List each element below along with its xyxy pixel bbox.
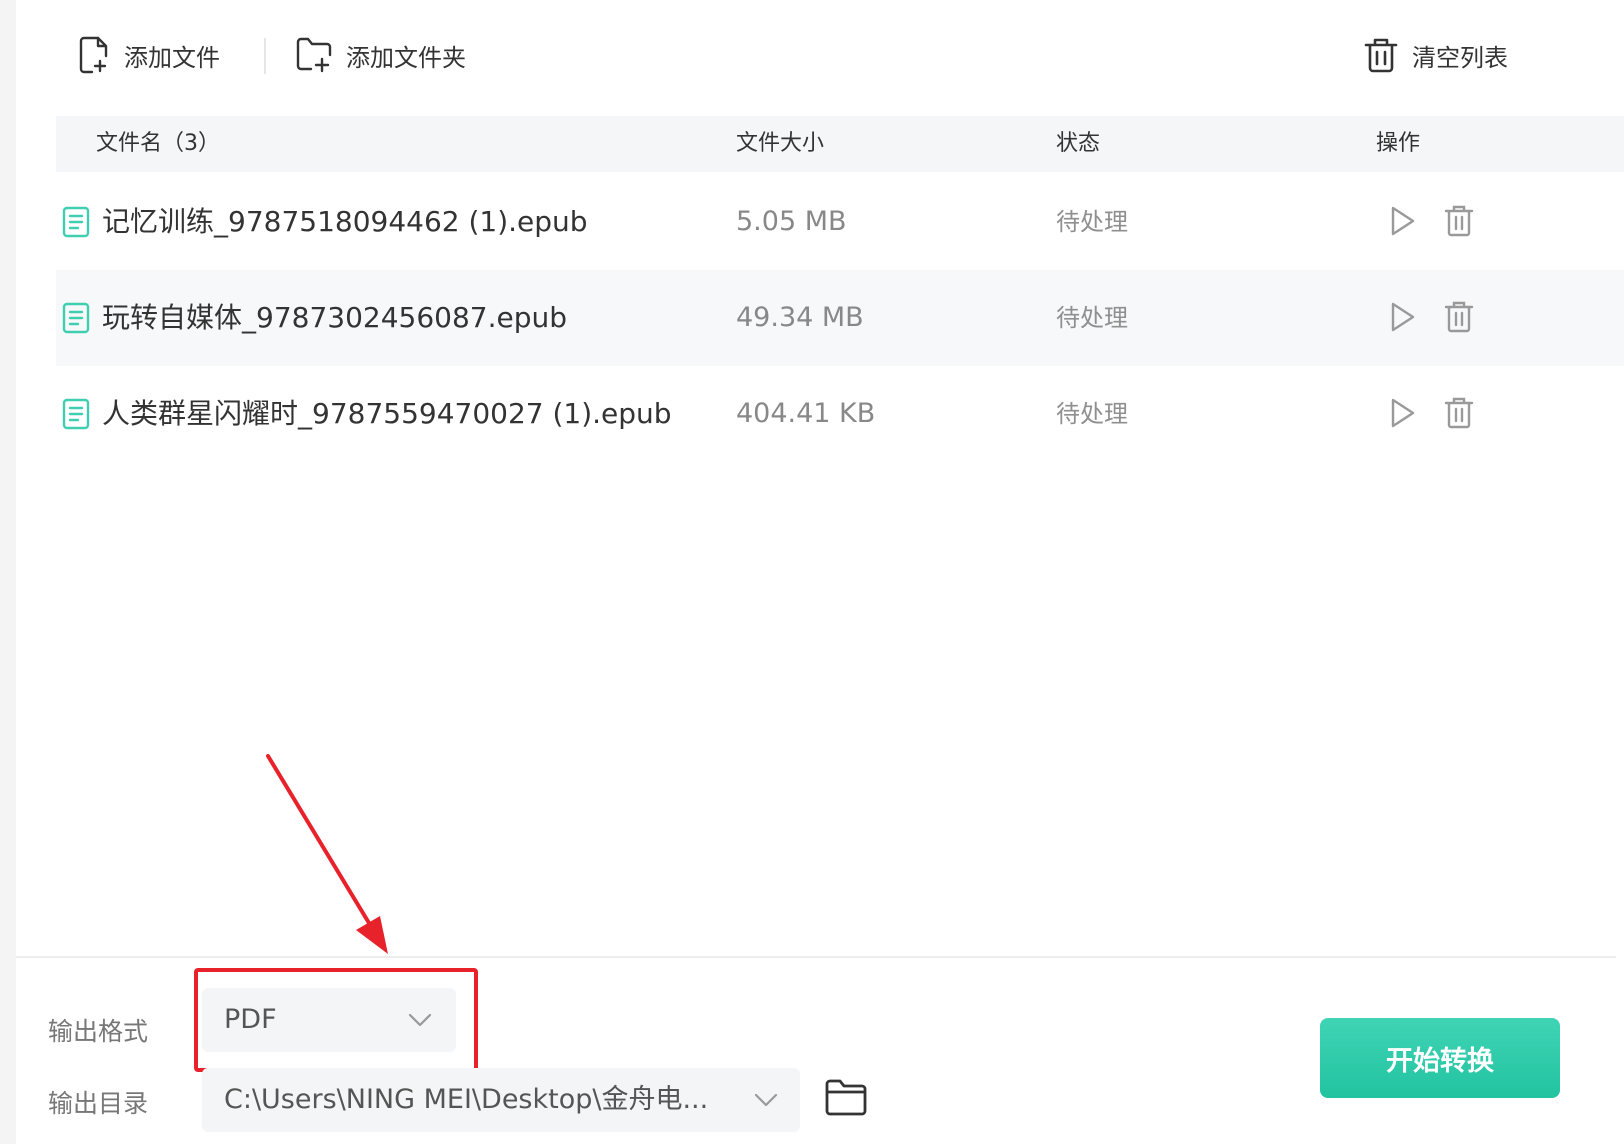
table-header: 文件名（3） 文件大小 状态 操作	[56, 116, 1624, 172]
play-icon[interactable]	[1388, 300, 1418, 334]
trash-icon[interactable]	[1444, 396, 1474, 430]
add-folder-icon	[296, 37, 332, 73]
file-name: 记忆训练_9787518094462 (1).epub	[102, 205, 588, 238]
file-status: 待处理	[1056, 400, 1128, 428]
play-icon[interactable]	[1388, 396, 1418, 430]
clear-list-label: 清空列表	[1412, 43, 1508, 72]
chevron-down-icon	[408, 1013, 432, 1027]
output-format-select[interactable]: PDF	[202, 988, 456, 1052]
divider	[16, 956, 1616, 958]
table-row: 记忆训练_9787518094462 (1).epub 5.05 MB 待处理	[56, 174, 1624, 270]
trash-icon	[1364, 38, 1398, 73]
file-size: 49.34 MB	[736, 302, 864, 333]
file-size: 404.41 KB	[736, 398, 876, 429]
table-row: 玩转自媒体_9787302456087.epub 49.34 MB 待处理	[56, 270, 1624, 366]
header-action: 操作	[1376, 131, 1421, 156]
header-status: 状态	[1056, 131, 1101, 156]
output-format-label: 输出格式	[48, 1017, 149, 1046]
left-edge	[0, 0, 16, 1144]
output-dir-value: C:\Users\NING MEI\Desktop\金舟电...	[224, 1084, 709, 1115]
toolbar-divider	[264, 38, 266, 74]
clear-list-button[interactable]: 清空列表	[1364, 30, 1508, 80]
file-status: 待处理	[1056, 304, 1128, 332]
output-dir-select[interactable]: C:\Users\NING MEI\Desktop\金舟电...	[202, 1068, 800, 1132]
add-folder-label: 添加文件夹	[346, 43, 466, 72]
add-folder-button[interactable]: 添加文件夹	[296, 30, 466, 80]
chevron-down-icon	[754, 1093, 778, 1107]
document-icon	[62, 302, 90, 334]
add-file-button[interactable]: 添加文件	[78, 30, 220, 80]
play-icon[interactable]	[1388, 204, 1418, 238]
output-format-value: PDF	[224, 1004, 277, 1035]
table-row: 人类群星闪耀时_9787559470027 (1).epub 404.41 KB…	[56, 366, 1624, 462]
header-filesize: 文件大小	[736, 131, 825, 156]
file-name: 玩转自媒体_9787302456087.epub	[102, 301, 568, 334]
file-name: 人类群星闪耀时_9787559470027 (1).epub	[102, 397, 672, 430]
trash-icon[interactable]	[1444, 300, 1474, 334]
header-filename: 文件名（3）	[96, 131, 220, 156]
document-icon	[62, 206, 90, 238]
file-status: 待处理	[1056, 208, 1128, 236]
folder-icon[interactable]	[824, 1078, 868, 1118]
file-size: 5.05 MB	[736, 206, 847, 237]
toolbar: 添加文件 添加文件夹 清空列表	[0, 0, 1624, 110]
document-icon	[62, 398, 90, 430]
trash-icon[interactable]	[1444, 204, 1474, 238]
output-dir-label: 输出目录	[48, 1089, 149, 1118]
add-file-label: 添加文件	[124, 43, 220, 72]
add-file-icon	[79, 36, 108, 74]
start-convert-button[interactable]: 开始转换	[1320, 1018, 1560, 1098]
